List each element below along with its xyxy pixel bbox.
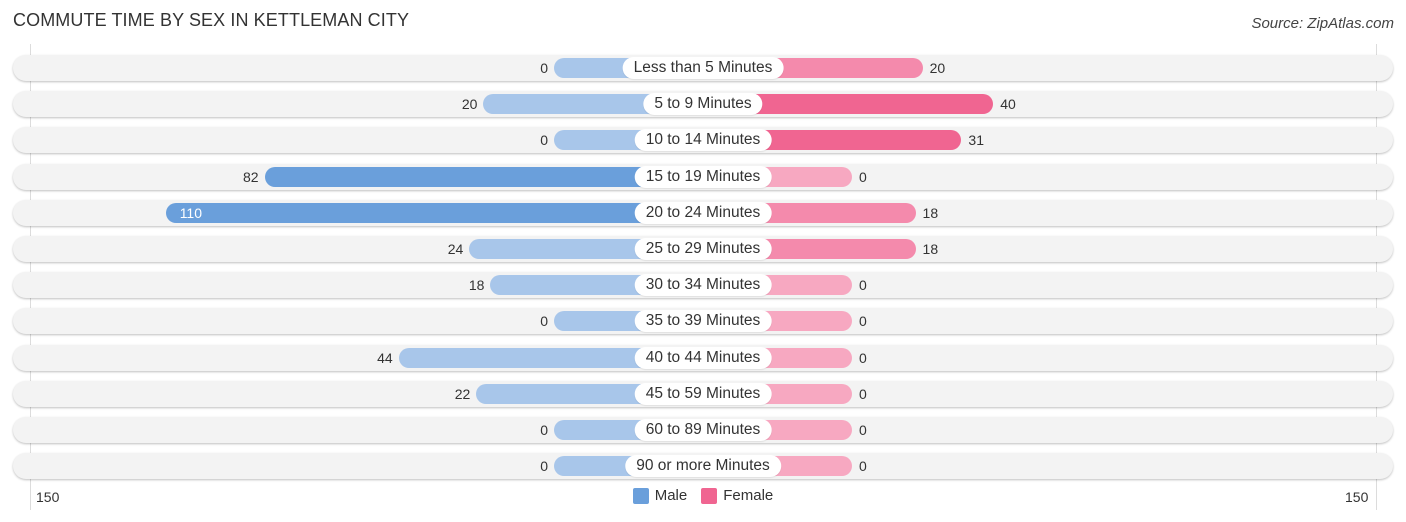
chart-row: 0 0 90 or more Minutes — [13, 453, 1393, 480]
chart-row: 0 31 10 to 14 Minutes — [13, 127, 1393, 154]
chart-title: COMMUTE TIME BY SEX IN KETTLEMAN CITY — [13, 10, 410, 30]
male-value-label: 82 — [242, 168, 259, 185]
source-label: Source: ZipAtlas.com — [1251, 15, 1394, 32]
female-value-label: 0 — [859, 277, 867, 294]
legend-item-female[interactable]: Female — [701, 487, 773, 504]
category-label: Less than 5 Minutes — [622, 57, 784, 79]
legend-swatch-female — [701, 487, 718, 504]
female-value-label: 0 — [859, 422, 867, 438]
category-label: 5 to 9 Minutes — [643, 93, 763, 116]
category-label: 40 to 44 Minutes — [634, 346, 772, 369]
chart-row: 44 0 40 to 44 Minutes — [13, 344, 1393, 371]
female-value-label: 0 — [859, 385, 867, 402]
male-value-label: 44 — [377, 349, 393, 366]
category-label: 15 to 19 Minutes — [634, 165, 772, 188]
legend-label-male: Male — [654, 487, 688, 504]
legend-label-female: Female — [723, 487, 774, 504]
male-value-label: 18 — [468, 277, 485, 294]
female-value-label: 18 — [922, 204, 939, 221]
female-value-label: 20 — [929, 60, 946, 76]
category-label: 60 to 89 Minutes — [634, 419, 772, 441]
category-label: 25 to 29 Minutes — [634, 238, 772, 260]
female-value-label: 0 — [859, 458, 867, 475]
legend-item-male[interactable]: Male — [632, 487, 688, 504]
female-value-label: 31 — [968, 132, 984, 149]
category-label: 20 to 24 Minutes — [634, 201, 772, 224]
chart-row: 82 0 15 to 19 Minutes — [13, 163, 1393, 190]
chart-row: 0 20 Less than 5 Minutes — [13, 55, 1393, 81]
female-value-label: 0 — [859, 349, 867, 366]
category-label: 30 to 34 Minutes — [634, 274, 772, 297]
legend-swatch-male — [632, 487, 649, 504]
chart-row: 24 18 25 to 29 Minutes — [13, 236, 1393, 262]
male-value-label: 0 — [540, 458, 548, 475]
chart-row: 110 18 20 to 24 Minutes — [13, 199, 1393, 226]
male-value-label: 0 — [540, 132, 548, 149]
male-value-label: 20 — [461, 96, 478, 113]
male-value-label: 22 — [454, 385, 471, 402]
category-label: 45 to 59 Minutes — [634, 382, 772, 405]
male-value-label: 110 — [179, 204, 203, 221]
category-label: 90 or more Minutes — [625, 455, 781, 478]
chart-row: 20 40 5 to 9 Minutes — [13, 91, 1393, 118]
category-label: 10 to 14 Minutes — [634, 129, 772, 152]
male-value-label: 0 — [540, 422, 548, 438]
female-value-label: 40 — [1000, 96, 1016, 113]
chart-row: 18 0 30 to 34 Minutes — [13, 272, 1393, 299]
female-value-label: 0 — [859, 313, 867, 330]
chart-row: 0 0 60 to 89 Minutes — [13, 417, 1393, 443]
chart-row: 22 0 45 to 59 Minutes — [13, 380, 1393, 407]
category-label: 35 to 39 Minutes — [634, 310, 772, 333]
female-value-label: 0 — [859, 168, 867, 185]
male-value-label: 0 — [540, 60, 548, 76]
male-value-label: 24 — [447, 241, 464, 257]
male-bar[interactable] — [165, 202, 703, 223]
male-value-label: 0 — [540, 313, 548, 330]
legend: Male Female — [0, 487, 1406, 504]
chart-row: 0 0 35 to 39 Minutes — [13, 308, 1393, 335]
female-value-label: 18 — [922, 241, 939, 257]
